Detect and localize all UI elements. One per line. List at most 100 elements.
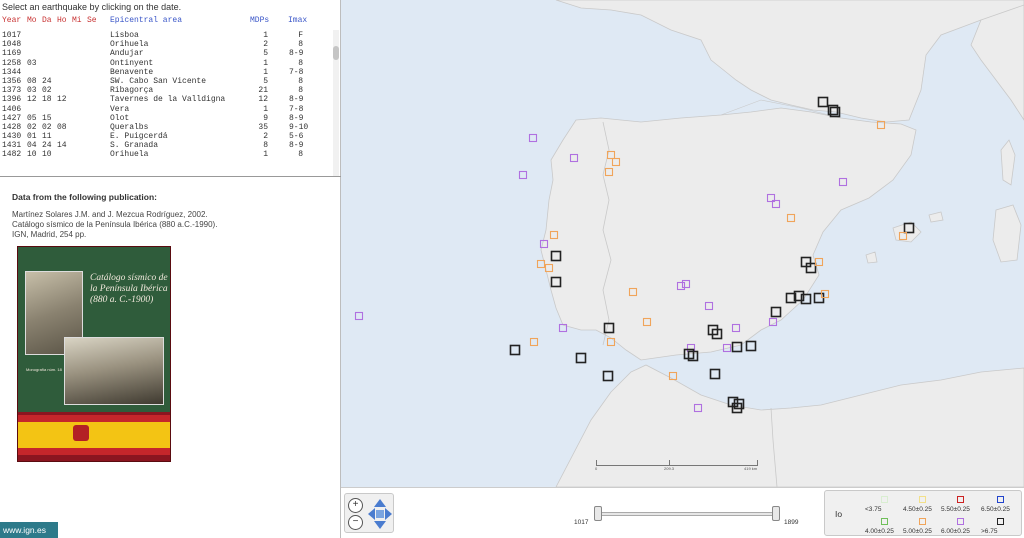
table-cell: Andujar xyxy=(110,49,144,59)
earthquake-marker[interactable] xyxy=(528,133,538,143)
col-hour[interactable]: Ho xyxy=(57,16,67,25)
table-row[interactable]: 1428 02 02 08 Queralbs 35 9-10 xyxy=(2,123,327,132)
earthquake-marker[interactable] xyxy=(745,340,757,352)
table-cell[interactable]: 1048 xyxy=(2,40,21,49)
legend-swatch xyxy=(997,518,1004,525)
table-cell[interactable]: 1430 xyxy=(2,132,21,141)
table-row[interactable]: 1344 Benavente 1 7-8 xyxy=(2,68,327,77)
table-row[interactable]: 1017 Lisboa 1 F xyxy=(2,31,327,40)
table-cell[interactable]: 1017 xyxy=(2,31,21,40)
legend-swatch xyxy=(919,496,926,503)
earthquake-marker[interactable] xyxy=(354,311,364,321)
legend-item: 6.50±0.25 xyxy=(981,496,1010,513)
table-row[interactable]: 1431 04 24 14 S. Granada 8 8-9 xyxy=(2,141,327,150)
scale-bar: 0 209.3 419 km xyxy=(595,460,758,472)
ign-link[interactable]: www.ign.es xyxy=(0,522,58,538)
col-day[interactable]: Da xyxy=(42,16,52,25)
legend-label: <3.75 xyxy=(865,506,882,513)
table-scrollbar[interactable] xyxy=(333,30,339,176)
cover-series: Monografía núm. 18 xyxy=(26,367,62,372)
table-cell[interactable]: 1356 xyxy=(2,77,21,86)
col-epicentral-area[interactable]: Epicentral area xyxy=(110,16,182,25)
earthquake-marker[interactable] xyxy=(602,370,614,382)
table-cell[interactable]: 1428 xyxy=(2,123,21,132)
table-cell: 03 xyxy=(27,86,37,96)
table-cell: 14 xyxy=(57,141,67,151)
year-range-slider[interactable]: 1017 1899 xyxy=(574,506,798,532)
map-view[interactable]: 0 209.3 419 km xyxy=(341,0,1024,487)
table-cell: 1 xyxy=(263,67,268,77)
table-cell[interactable]: 1169 xyxy=(2,49,21,58)
table-cell: Lisboa xyxy=(110,31,139,40)
pan-arrows-icon[interactable] xyxy=(367,498,393,530)
table-cell: 04 xyxy=(27,141,37,151)
col-year[interactable]: Year xyxy=(2,16,21,25)
table-cell: Olot xyxy=(110,113,130,123)
col-second[interactable]: Se xyxy=(87,16,97,25)
slider-track[interactable] xyxy=(598,512,776,516)
table-cell[interactable]: 1431 xyxy=(2,141,21,150)
table-cell: 10 xyxy=(42,150,52,160)
earthquake-marker[interactable] xyxy=(536,259,546,269)
table-cell[interactable]: 1344 xyxy=(2,68,21,77)
col-minute[interactable]: Mi xyxy=(72,16,82,25)
earthquake-marker[interactable] xyxy=(709,368,721,380)
table-cell: 12 xyxy=(258,95,268,105)
table-row[interactable]: 1356 08 24 SW. Cabo San Vicente 5 8 xyxy=(2,77,327,86)
table-cell[interactable]: 1396 xyxy=(2,95,21,104)
table-cell: Benavente xyxy=(110,67,154,77)
table-cell[interactable]: 1406 xyxy=(2,105,21,114)
corsica xyxy=(1000,139,1016,186)
sardinia xyxy=(992,204,1022,263)
table-cell: 03 xyxy=(27,58,37,68)
earthquake-marker[interactable] xyxy=(518,170,528,180)
table-cell[interactable]: 1258 xyxy=(2,59,21,68)
table-cell: 15 xyxy=(42,113,52,123)
table-cell: 02 xyxy=(27,122,37,132)
table-cell: F xyxy=(298,31,303,40)
cover-flag-stripe xyxy=(18,415,170,455)
legend-swatch xyxy=(919,518,926,525)
table-cell[interactable]: 1482 xyxy=(2,150,21,159)
table-cell: 02 xyxy=(42,86,52,96)
table-row[interactable]: 1482 10 10 Orihuela 1 8 xyxy=(2,150,327,159)
table-cell[interactable]: 1373 xyxy=(2,86,21,95)
scrollbar-thumb[interactable] xyxy=(333,46,339,60)
legend-label: 4.00±0.25 xyxy=(865,528,894,535)
earthquake-marker[interactable] xyxy=(575,352,587,364)
table-row[interactable]: 1258 03 Ontinyent 1 8 xyxy=(2,59,327,68)
legend-item: <3.75 xyxy=(865,496,888,513)
table-cell: Tavernes de la Valldigna xyxy=(110,95,226,105)
col-month[interactable]: Mo xyxy=(27,16,37,25)
table-cell: 8-9 xyxy=(289,49,304,59)
table-cell: 7-8 xyxy=(289,67,304,77)
basemap xyxy=(354,0,1024,487)
table-row[interactable]: 1406 Vera 1 7-8 xyxy=(2,105,327,114)
earthquake-marker[interactable] xyxy=(529,337,539,347)
table-row[interactable]: 1169 Andujar 5 8-9 xyxy=(2,49,327,58)
table-cell: 2 xyxy=(263,40,268,50)
table-row[interactable]: 1396 12 18 12 Tavernes de la Valldigna 12 8-9 xyxy=(2,95,327,104)
book-cover-image: Catálogo sísmico de la Península Ibérica… xyxy=(17,246,171,462)
legend-item: 5.50±0.25 xyxy=(941,496,970,513)
table-cell: Orihuela xyxy=(110,150,149,160)
table-cell: 18 xyxy=(42,95,52,105)
table-row[interactable]: 1427 05 15 Olot 9 8-9 xyxy=(2,114,327,123)
slider-min-handle[interactable] xyxy=(594,506,602,521)
zoom-out-icon[interactable]: − xyxy=(348,515,363,530)
table-row[interactable]: 1373 03 02 Ribagorça 21 8 xyxy=(2,86,327,95)
earthquake-marker[interactable] xyxy=(509,344,521,356)
table-row[interactable]: 1048 Orihuela 2 8 xyxy=(2,40,327,49)
table-cell: S. Granada xyxy=(110,141,159,151)
col-imax[interactable]: Imax xyxy=(288,16,307,25)
table-cell: 1 xyxy=(263,150,268,160)
table-row[interactable]: 1430 01 11 E. Puigcerdá 2 5-6 xyxy=(2,132,327,141)
col-mdps[interactable]: MDPs xyxy=(250,16,269,25)
coat-of-arms-icon xyxy=(73,425,89,441)
table-cell[interactable]: 1427 xyxy=(2,114,21,123)
slider-max-handle[interactable] xyxy=(772,506,780,521)
earthquake-marker[interactable] xyxy=(814,257,824,267)
zoom-in-icon[interactable]: + xyxy=(348,498,363,513)
legend-item: 6.00±0.25 xyxy=(941,518,970,535)
publication-citation: Martínez Solares J.M. and J. Mezcua Rodr… xyxy=(12,210,217,240)
